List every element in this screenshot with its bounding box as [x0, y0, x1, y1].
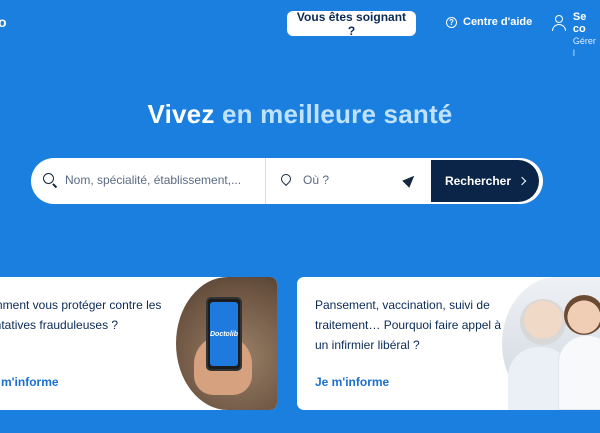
phone-screen-logo: Doctolib: [210, 302, 238, 366]
info-card-fraud[interactable]: omment vous protéger contre les entative…: [0, 277, 277, 410]
search-button-label: Rechercher: [444, 174, 512, 188]
help-center-link[interactable]: ? Centre d'aide: [446, 16, 532, 28]
headline-start: Vivez: [147, 99, 222, 129]
smartphone-image: Doctolib: [206, 297, 242, 371]
nurse-and-elderly-image: [502, 277, 600, 410]
headline-accent: en meilleure santé: [221, 99, 453, 129]
phone-in-hand-image: Doctolib: [176, 277, 277, 410]
card-cta-link[interactable]: e m'informe: [0, 375, 59, 389]
location-pin-icon: [278, 171, 294, 187]
search-icon: [43, 173, 54, 184]
location-input[interactable]: Où ?: [303, 173, 329, 187]
account-manage-label: Gérer l: [572, 36, 596, 58]
locate-arrow-icon[interactable]: [402, 172, 418, 188]
chevron-right-icon: [517, 176, 527, 186]
account-menu[interactable]: Se co Gérer l: [552, 11, 600, 59]
page-title: Vivez en meilleure santé: [0, 99, 600, 130]
card-text: omment vous protéger contre les entative…: [0, 298, 162, 332]
elderly-person-image: [520, 299, 566, 345]
help-center-label: Centre d'aide: [463, 16, 533, 28]
professional-button[interactable]: Vous êtes soignant ?: [287, 10, 416, 38]
search-divider: [265, 158, 266, 204]
account-login-label: Se co: [572, 11, 587, 35]
search-bar: Nom, spécialité, établissement,... Où ? …: [31, 158, 543, 204]
search-button[interactable]: Rechercher: [431, 160, 539, 202]
hero-section: [0, 0, 600, 277]
card-text: Pansement, vaccination, suivi de traitem…: [315, 298, 502, 352]
site-logo[interactable]: o: [0, 14, 7, 30]
search-input[interactable]: Nom, spécialité, établissement,...: [65, 173, 255, 187]
user-icon: [552, 15, 566, 31]
nurse-image: [564, 295, 600, 335]
card-cta-link[interactable]: Je m'informe: [315, 375, 389, 389]
info-card-nurse[interactable]: Pansement, vaccination, suivi de traitem…: [297, 277, 600, 410]
help-circle-icon: ?: [446, 16, 457, 28]
